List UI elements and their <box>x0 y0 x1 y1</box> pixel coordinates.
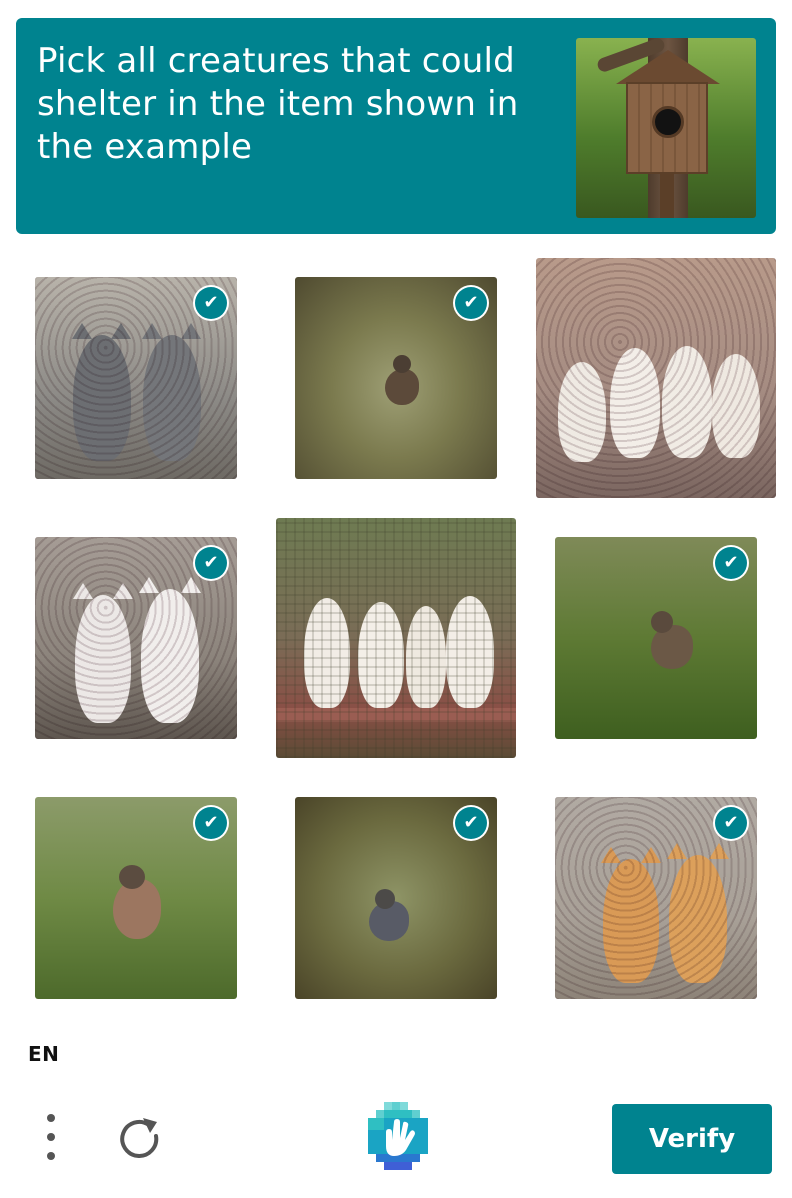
vertical-dots-icon[interactable] <box>40 1114 62 1164</box>
selected-check-icon: ✔ <box>195 807 227 839</box>
image-tile-3[interactable] <box>536 258 776 498</box>
selected-check-icon: ✔ <box>715 547 747 579</box>
image-tile-4[interactable]: ✔ <box>35 537 237 739</box>
image-tile-8[interactable]: ✔ <box>295 797 497 999</box>
language-selector[interactable]: EN <box>28 1042 59 1066</box>
selected-check-icon: ✔ <box>195 547 227 579</box>
hcaptcha-hand-logo <box>364 1102 432 1170</box>
image-tile-1[interactable]: ✔ <box>35 277 237 479</box>
selected-check-icon: ✔ <box>195 287 227 319</box>
image-tile-7[interactable]: ✔ <box>35 797 237 999</box>
verify-button[interactable]: Verify <box>612 1104 772 1174</box>
refresh-icon[interactable] <box>116 1114 166 1164</box>
image-tile-6[interactable]: ✔ <box>555 537 757 739</box>
captcha-challenge: Pick all creatures that could shelter in… <box>0 0 792 1198</box>
image-tile-5[interactable] <box>276 518 516 758</box>
image-tile-9[interactable]: ✔ <box>555 797 757 999</box>
challenge-prompt: Pick all creatures that could shelter in… <box>37 41 519 167</box>
selected-check-icon: ✔ <box>455 807 487 839</box>
image-tile-2[interactable]: ✔ <box>295 277 497 479</box>
challenge-header: Pick all creatures that could shelter in… <box>16 18 776 234</box>
example-image-birdhouse <box>576 38 756 218</box>
selected-check-icon: ✔ <box>715 807 747 839</box>
selected-check-icon: ✔ <box>455 287 487 319</box>
